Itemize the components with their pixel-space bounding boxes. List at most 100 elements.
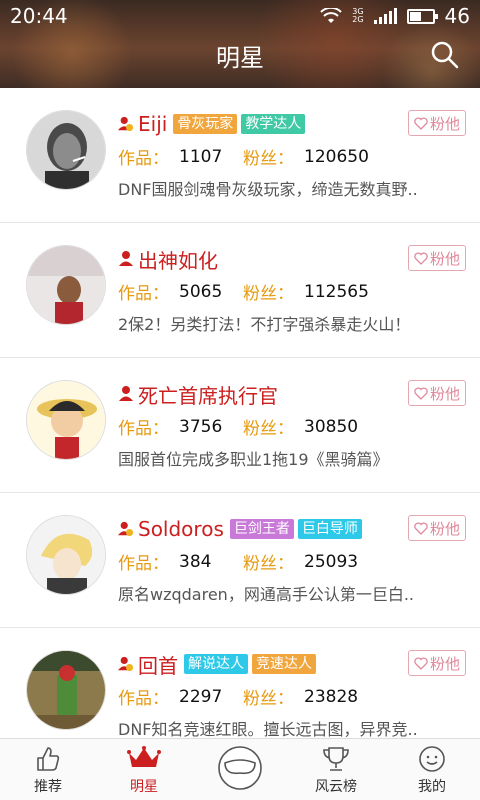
wifi-icon bbox=[320, 8, 342, 23]
tag-badge: 解说达人 bbox=[184, 654, 248, 674]
list-item[interactable]: 死亡首席执行官 作品： 3756 粉丝： 30850 国服首位完成多职业1拖19… bbox=[0, 358, 480, 493]
heart-icon bbox=[414, 521, 428, 535]
bottom-nav: 推荐 明星 风云榜 我的 bbox=[0, 738, 480, 800]
list-item[interactable]: 出神如化 作品： 5065 粉丝： 112565 2保2！另类打法！不打字强杀暴… bbox=[0, 223, 480, 358]
tag-badge: 竞速达人 bbox=[252, 654, 316, 674]
network-type: 3G 2G bbox=[352, 7, 364, 24]
avatar[interactable] bbox=[26, 245, 106, 325]
thumbs-up-icon bbox=[37, 747, 60, 771]
fans-count: 30850 bbox=[304, 416, 359, 437]
follow-button[interactable]: 粉他 bbox=[408, 245, 466, 271]
follow-button[interactable]: 粉他 bbox=[408, 380, 466, 406]
follow-label: 粉他 bbox=[429, 114, 460, 133]
follow-label: 粉他 bbox=[429, 654, 460, 673]
user-icon bbox=[119, 251, 133, 266]
works-count: 2297 bbox=[179, 686, 223, 707]
tag-badge: 骨灰玩家 bbox=[173, 114, 238, 134]
status-bar: 20:44 3G 2G 46 bbox=[0, 0, 480, 32]
user-medal-icon bbox=[118, 521, 134, 537]
nav-label: 风云榜 bbox=[315, 779, 357, 795]
user-name[interactable]: Eiji bbox=[138, 112, 167, 136]
heart-icon bbox=[414, 386, 428, 400]
smiley-icon bbox=[419, 746, 445, 772]
follow-label: 粉他 bbox=[429, 384, 460, 403]
battery-level: 46 bbox=[444, 4, 470, 28]
user-description: DNF知名竞速红眼。擅长远古图，异界竞.. bbox=[118, 720, 418, 739]
nav-label: 我的 bbox=[418, 779, 446, 795]
name-row: Soldoros 巨剑王者 巨白导师 bbox=[118, 515, 362, 543]
user-description: 国服首位完成多职业1拖19《黑骑篇》 bbox=[118, 450, 389, 469]
works-label: 作品： bbox=[118, 419, 169, 439]
user-name[interactable]: 回首 bbox=[138, 650, 178, 679]
user-name[interactable]: 死亡首席执行官 bbox=[138, 380, 278, 409]
user-medal-icon bbox=[118, 656, 134, 672]
follow-button[interactable]: 粉他 bbox=[408, 515, 466, 541]
fans-label: 粉丝： bbox=[243, 149, 294, 169]
works-count: 3756 bbox=[179, 416, 223, 437]
trophy-icon bbox=[323, 747, 349, 771]
user-name[interactable]: 出神如化 bbox=[138, 245, 218, 274]
works-count: 5065 bbox=[179, 281, 223, 302]
star-list: Eiji 骨灰玩家 教学达人 作品： 1107 粉丝： 120650 DNF国服… bbox=[0, 88, 480, 763]
name-row: Eiji 骨灰玩家 教学达人 bbox=[118, 110, 306, 138]
stats-row: 作品： 5065 粉丝： 112565 bbox=[118, 279, 369, 305]
nav-mine[interactable]: 我的 bbox=[384, 739, 480, 800]
nav-recommend[interactable]: 推荐 bbox=[0, 739, 96, 800]
fans-count: 23828 bbox=[304, 686, 359, 707]
mask-icon bbox=[218, 746, 262, 790]
list-item[interactable]: Eiji 骨灰玩家 教学达人 作品： 1107 粉丝： 120650 DNF国服… bbox=[0, 88, 480, 223]
nav-ranking[interactable]: 风云榜 bbox=[288, 739, 384, 800]
name-row: 回首 解说达人 竞速达人 bbox=[118, 650, 316, 678]
works-count: 384 bbox=[179, 551, 212, 572]
follow-button[interactable]: 粉他 bbox=[408, 110, 466, 136]
nav-label: 推荐 bbox=[34, 779, 62, 795]
works-label: 作品： bbox=[118, 554, 169, 574]
list-item[interactable]: Soldoros 巨剑王者 巨白导师 作品： 384 粉丝： 25093 原名w… bbox=[0, 493, 480, 628]
user-name[interactable]: Soldoros bbox=[138, 517, 224, 541]
stats-row: 作品： 3756 粉丝： 30850 bbox=[118, 414, 359, 440]
user-description: 原名wzqdaren，网通高手公认第一巨白.. bbox=[118, 585, 414, 604]
works-label: 作品： bbox=[118, 284, 169, 304]
battery-icon bbox=[406, 8, 438, 24]
heart-icon bbox=[414, 251, 428, 265]
works-count: 1107 bbox=[179, 146, 223, 167]
header-bar: 20:44 3G 2G 46 明星 bbox=[0, 0, 480, 88]
stats-row: 作品： 1107 粉丝： 120650 bbox=[118, 144, 369, 170]
fans-count: 25093 bbox=[304, 551, 359, 572]
fans-label: 粉丝： bbox=[243, 554, 294, 574]
page-title: 明星 bbox=[216, 44, 264, 72]
follow-label: 粉他 bbox=[429, 519, 460, 538]
status-icons: 3G 2G 46 bbox=[320, 4, 470, 28]
name-row: 死亡首席执行官 bbox=[118, 380, 280, 408]
user-icon bbox=[119, 386, 133, 401]
avatar[interactable] bbox=[26, 110, 106, 190]
avatar[interactable] bbox=[26, 515, 106, 595]
follow-label: 粉他 bbox=[429, 249, 460, 268]
nav-stars[interactable]: 明星 bbox=[96, 739, 192, 800]
fans-count: 120650 bbox=[304, 146, 369, 167]
fans-label: 粉丝： bbox=[243, 284, 294, 304]
stats-row: 作品： 384 粉丝： 25093 bbox=[118, 549, 359, 575]
status-time: 20:44 bbox=[10, 4, 68, 28]
fans-count: 112565 bbox=[304, 281, 369, 302]
heart-icon bbox=[414, 116, 428, 130]
stats-row: 作品： 2297 粉丝： 23828 bbox=[118, 684, 359, 710]
fans-label: 粉丝： bbox=[243, 419, 294, 439]
fans-label: 粉丝： bbox=[243, 689, 294, 709]
user-description: DNF国服剑魂骨灰级玩家，缔造无数真野.. bbox=[118, 180, 418, 199]
search-icon[interactable] bbox=[430, 40, 460, 70]
user-medal-icon bbox=[118, 116, 134, 132]
signal-icon bbox=[373, 8, 397, 24]
crown-icon bbox=[127, 746, 161, 767]
follow-button[interactable]: 粉他 bbox=[408, 650, 466, 676]
tag-badge: 巨剑王者 bbox=[229, 519, 294, 539]
heart-icon bbox=[414, 656, 428, 670]
nav-label: 明星 bbox=[130, 779, 158, 795]
avatar[interactable] bbox=[26, 650, 106, 730]
name-row: 出神如化 bbox=[118, 245, 220, 273]
tag-badge: 巨白导师 bbox=[297, 519, 362, 539]
nav-center[interactable] bbox=[192, 739, 288, 800]
avatar[interactable] bbox=[26, 380, 106, 460]
tag-badge: 教学达人 bbox=[241, 114, 306, 134]
works-label: 作品： bbox=[118, 689, 169, 709]
